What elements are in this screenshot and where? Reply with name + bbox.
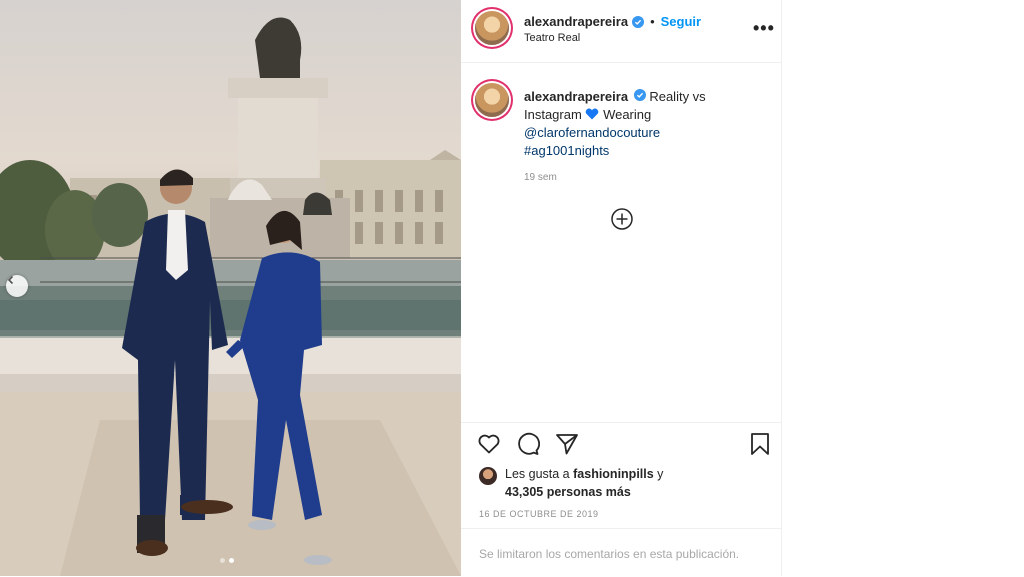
verified-badge-icon [633,89,646,101]
actions-divider [461,422,781,423]
likes-prefix: Les gusta a [505,467,570,481]
location-link[interactable]: Teatro Real [524,32,580,44]
caption-time-ago: 19 sem [524,172,557,183]
comments-disabled-bar: Se limitaron los comentarios en esta pub… [461,528,781,577]
share-paper-plane-icon[interactable] [555,432,579,456]
username-link[interactable]: alexandrapereira [524,14,628,29]
comments-disabled-text: Se limitaron los comentarios en esta pub… [479,547,740,561]
like-heart-icon[interactable] [477,432,501,456]
carousel-dots [220,558,234,563]
caption-text: alexandrapereira Reality vs Instagram We… [524,88,764,160]
liker-avatar[interactable] [479,467,497,485]
carousel-dot [220,558,225,563]
mention-link[interactable]: @clarofernandocouture [524,125,660,140]
add-comment-icon[interactable] [611,208,633,230]
blue-heart-emoji-icon [586,108,599,120]
hashtag-link[interactable]: #ag1001nights [524,143,609,158]
carousel-dot-active [229,558,234,563]
page-background [782,0,1024,576]
comment-bubble-icon[interactable] [516,432,540,456]
post-header: alexandrapereira • Seguir Teatro Real ••… [461,0,781,63]
separator-dot: • [650,14,655,29]
likes-suffix: y [657,467,664,481]
caption-username-link[interactable]: alexandrapereira [524,89,628,104]
verified-badge-icon [632,15,645,28]
post-date: 16 DE OCTUBRE DE 2019 [479,509,599,519]
liker-username-link[interactable]: fashioninpills [573,467,654,481]
likes-count-link[interactable]: 43,305 personas más [505,485,631,499]
photo-scene [0,17,461,576]
follow-button[interactable]: Seguir [661,14,701,29]
post-side-panel: alexandrapereira • Seguir Teatro Real ••… [461,0,782,576]
post-photo[interactable] [0,0,461,576]
more-options-icon[interactable]: ••• [753,18,775,39]
caption-avatar[interactable] [475,83,509,117]
bookmark-icon[interactable] [748,432,772,456]
likes-text: Les gusta a fashioninpills y 43,305 pers… [505,465,725,501]
avatar[interactable] [475,11,509,45]
caption-wearing: Wearing [603,107,652,122]
carousel-prev-icon[interactable] [6,275,28,297]
